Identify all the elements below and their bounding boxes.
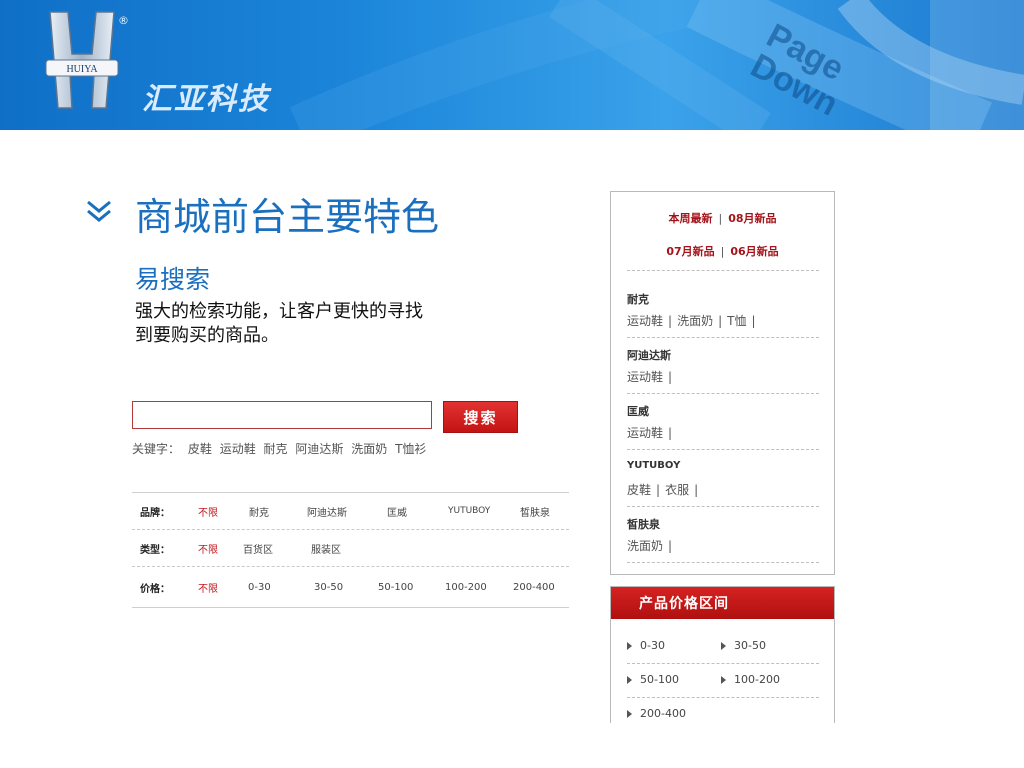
slide-subtitle: 易搜索 <box>135 265 211 294</box>
keywords-label: 关键字： <box>132 442 181 456</box>
divider <box>627 697 819 698</box>
new-link[interactable]: 07月新品 <box>666 245 714 258</box>
slide-description: 强大的检索功能，让客户更快的寻找 到要购买的商品。 <box>135 300 465 348</box>
filter-option[interactable]: YUTUBOY <box>448 493 490 529</box>
filter-label: 品牌： <box>140 507 170 519</box>
new-links-row-2: 07月新品 | 06月新品 <box>666 245 779 258</box>
divider <box>627 270 819 271</box>
divider <box>627 663 819 664</box>
divider <box>627 393 819 394</box>
filter-option[interactable]: 服装区 <box>311 530 341 566</box>
brand-item-link[interactable]: 运动鞋 <box>627 426 663 440</box>
filter-option[interactable]: 耐克 <box>249 493 269 529</box>
brand-item-link[interactable]: 洗面奶 <box>677 314 713 328</box>
new-link[interactable]: 本周最新 <box>668 212 712 225</box>
triangle-right-icon <box>627 675 632 684</box>
brand-item-link[interactable]: T恤 <box>727 314 746 328</box>
brand-name-converse[interactable]: 匡威 <box>627 403 649 419</box>
brand-items-xifuquan: 洗面奶 | <box>627 539 673 553</box>
brand-items-yutuboy: 皮鞋 | 衣服 | <box>627 483 699 497</box>
brand-name: 汇亚科技 <box>142 82 270 117</box>
filter-row-price: 价格： 不限 0-30 30-50 50-100 100-200 200-400 <box>132 567 569 608</box>
divider <box>627 506 819 507</box>
filter-row-brand: 品牌： 不限 耐克 阿迪达斯 匡威 YUTUBOY 皙肤泉 <box>132 493 569 530</box>
price-range-label: 100-200 <box>734 673 780 686</box>
description-line-2: 到要购买的商品。 <box>135 325 279 346</box>
filter-label: 类型： <box>140 544 170 556</box>
price-range-panel: 产品价格区间 0-30 30-50 50-100 100-200 200-400 <box>610 586 835 723</box>
header-banner: HUIYA ® 汇亚科技 Page Down <box>0 0 1024 130</box>
description-line-1: 强大的检索功能，让客户更快的寻找 <box>135 301 423 322</box>
price-range-item[interactable]: 200-400 <box>627 707 686 720</box>
brand-items-nike: 运动鞋 | 洗面奶 | T恤 | <box>627 314 756 328</box>
new-links-row-1: 本周最新 | 08月新品 <box>668 212 777 225</box>
new-link[interactable]: 06月新品 <box>730 245 778 258</box>
filter-option[interactable]: 百货区 <box>243 530 273 566</box>
filter-option[interactable]: 30-50 <box>314 567 343 607</box>
price-range-item[interactable]: 100-200 <box>721 673 780 686</box>
filter-option-unlimited[interactable]: 不限 <box>198 567 218 607</box>
keyword-link[interactable]: 运动鞋 <box>220 442 256 456</box>
keyword-list: 关键字： 皮鞋 运动鞋 耐克 阿迪达斯 洗面奶 T恤衫 <box>132 440 430 457</box>
filter-option-unlimited[interactable]: 不限 <box>198 493 218 529</box>
new-products-links: 本周最新 | 08月新品 07月新品 | 06月新品 <box>611 192 834 268</box>
filter-option[interactable]: 0-30 <box>248 567 271 607</box>
divider <box>627 562 819 563</box>
triangle-right-icon <box>721 675 726 684</box>
filter-option[interactable]: 匡威 <box>387 493 407 529</box>
brand-name-xifuquan[interactable]: 皙肤泉 <box>627 516 660 532</box>
brand-item-link[interactable]: 洗面奶 <box>627 539 663 553</box>
divider <box>627 449 819 450</box>
brand-items-adidas: 运动鞋 | <box>627 370 673 384</box>
keyword-link[interactable]: 耐克 <box>264 442 288 456</box>
slide-title: 商城前台主要特色 <box>135 195 440 239</box>
brand-name-adidas[interactable]: 阿迪达斯 <box>627 347 671 363</box>
divider <box>627 337 819 338</box>
triangle-right-icon <box>627 641 632 650</box>
price-range-item[interactable]: 50-100 <box>627 673 679 686</box>
keyword-link[interactable]: 阿迪达斯 <box>295 442 343 456</box>
filter-option[interactable]: 200-400 <box>513 567 555 607</box>
price-range-title: 产品价格区间 <box>611 587 834 619</box>
logo-text: HUIYA <box>66 64 98 75</box>
filter-option-unlimited[interactable]: 不限 <box>198 530 218 566</box>
price-range-item[interactable]: 30-50 <box>721 639 766 652</box>
price-range-label: 50-100 <box>640 673 679 686</box>
brand-item-link[interactable]: 皮鞋 <box>627 483 651 497</box>
registered-mark: ® <box>118 14 129 27</box>
price-range-label: 200-400 <box>640 707 686 720</box>
huiya-logo: HUIYA <box>45 11 119 109</box>
new-link[interactable]: 08月新品 <box>728 212 776 225</box>
brand-name-nike[interactable]: 耐克 <box>627 291 649 307</box>
filter-option[interactable]: 皙肤泉 <box>520 493 550 529</box>
search-button[interactable]: 搜索 <box>443 401 518 433</box>
filter-option[interactable]: 阿迪达斯 <box>307 493 347 529</box>
keyword-link[interactable]: T恤衫 <box>395 442 426 456</box>
brand-name-yutuboy[interactable]: YUTUBOY <box>627 460 680 471</box>
brand-items-converse: 运动鞋 | <box>627 426 673 440</box>
brand-item-link[interactable]: 运动鞋 <box>627 370 663 384</box>
search-input[interactable] <box>132 401 432 429</box>
double-chevron-down-icon <box>87 200 111 222</box>
keyword-link[interactable]: 皮鞋 <box>188 442 212 456</box>
filter-option[interactable]: 50-100 <box>378 567 413 607</box>
price-range-label: 30-50 <box>734 639 766 652</box>
triangle-right-icon <box>721 641 726 650</box>
triangle-right-icon <box>627 709 632 718</box>
price-range-label: 0-30 <box>640 639 665 652</box>
filter-table: 品牌： 不限 耐克 阿迪达斯 匡威 YUTUBOY 皙肤泉 类型： 不限 百货区… <box>132 492 569 608</box>
filter-option[interactable]: 100-200 <box>445 567 487 607</box>
brand-panel: 本周最新 | 08月新品 07月新品 | 06月新品 耐克 运动鞋 | 洗面奶 | T恤 | 阿迪… <box>610 191 835 575</box>
price-range-item[interactable]: 0-30 <box>627 639 665 652</box>
brand-item-link[interactable]: 运动鞋 <box>627 314 663 328</box>
brand-item-link[interactable]: 衣服 <box>665 483 689 497</box>
filter-label: 价格： <box>140 583 170 595</box>
filter-row-type: 类型： 不限 百货区 服装区 <box>132 530 569 567</box>
keyword-link[interactable]: 洗面奶 <box>351 442 387 456</box>
